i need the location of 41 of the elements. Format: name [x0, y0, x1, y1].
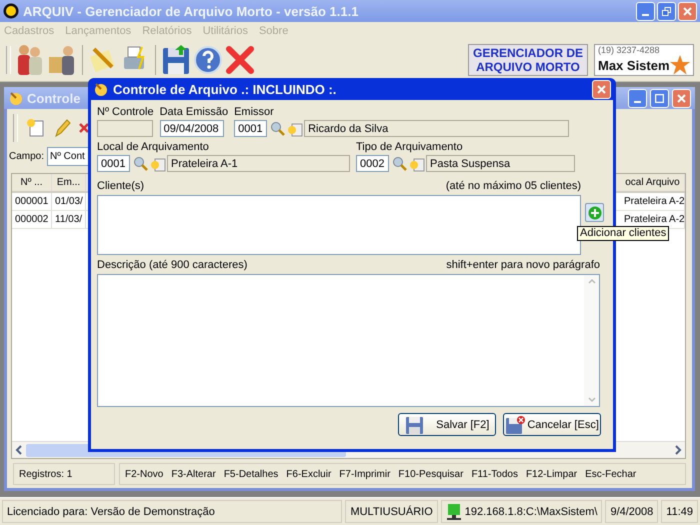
dialog-title: Controle de Arquivo .: INCLUINDO :. [113, 82, 336, 96]
table-cell: 11/03/ [52, 211, 86, 228]
input-field: Ricardo da Silva [304, 120, 570, 137]
field-label: Local de Arquivamento [97, 141, 210, 154]
shortcut-hint: Esc-Fechar [585, 468, 636, 480]
banner-text: GERENCIADOR DE [472, 46, 583, 60]
shortcut-hint: F3-Alterar [171, 468, 216, 480]
input-field: Prateleira A-1 [167, 155, 350, 172]
shortcut-hint: F10-Pesquisar [398, 468, 464, 480]
field-label: Tipo de Arquivamento [356, 141, 464, 154]
table-cell: Prateleira A-2 [621, 193, 685, 210]
shortcut-hint: F5-Detalhes [224, 468, 278, 480]
table-cell: 01/03/ [52, 193, 86, 210]
status-text: 9/4/2008 [605, 500, 658, 523]
status-text: Licenciado para: Versão de Demonstração [2, 500, 342, 523]
field-label: Emissor [234, 106, 275, 119]
logo-name: Max Sistem [598, 58, 670, 72]
field-hint: shift+enter para novo parágrafo [446, 259, 600, 272]
shortcut-hint: F12-Limpar [526, 468, 578, 480]
field-label: Campo: [9, 150, 44, 162]
field-label: Data Emissão [160, 106, 228, 119]
field-label: Nº Controle [97, 106, 154, 119]
field-label: Descrição (até 900 caracteres) [97, 259, 248, 272]
window-title: ARQUIV - Gerenciador de Arquivo Morto - versão 1.1.1 [23, 4, 360, 18]
record-count: Registros: 1 [13, 463, 115, 485]
logo-phone: (19) 3237-4288 [598, 45, 661, 55]
field-hint: (até no máximo 05 clientes) [446, 180, 581, 193]
child-title: Controle [27, 90, 80, 106]
table-cell: 000001 [12, 193, 52, 210]
input-field: Pasta Suspensa [426, 155, 575, 172]
shortcut-hint: F2-Novo [125, 468, 164, 480]
table-cell: 000002 [12, 211, 52, 228]
shortcut-hint: F11-Todos [471, 468, 518, 480]
field-label: Cliente(s) [97, 180, 144, 193]
tooltip: Adicionar clientes [577, 226, 670, 241]
shortcut-hint: F7-Imprimir [339, 468, 390, 480]
banner-text: ARQUIVO MORTO [476, 60, 580, 74]
shortcut-hint: F6-Excluir [286, 468, 332, 480]
status-text: 11:49 [661, 500, 698, 523]
status-text: MULTIUSUÁRIO [345, 500, 438, 523]
status-text: 192.168.1.8:C:\MaxSistem\ [464, 506, 598, 518]
